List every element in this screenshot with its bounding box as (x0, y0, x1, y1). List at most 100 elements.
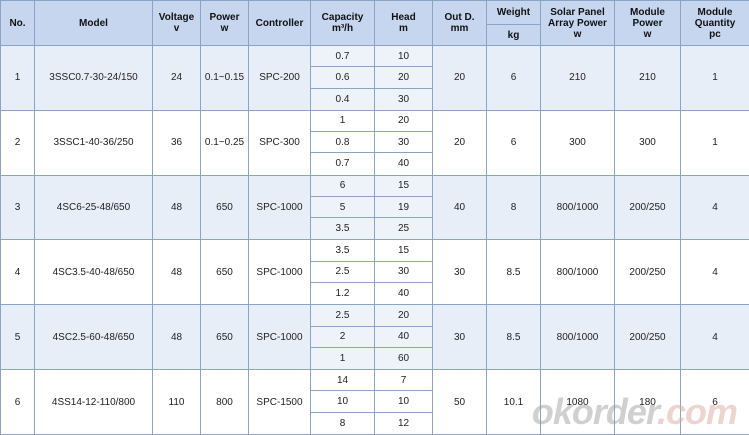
table-row: 3 4SC6-25-48/650 48 650 SPC-1000 6 15 40 8 800/10… (0, 174, 749, 241)
cell-solar: 1080 (540, 369, 615, 435)
cell-weight: 10.1 (486, 369, 541, 435)
cell-model: 4SC3.5-40-48/650 (34, 239, 153, 306)
cell-weight: 8.5 (486, 304, 541, 371)
cell-capacity: 0.8 (310, 131, 375, 154)
header-module-power: Module Power w (614, 0, 681, 46)
cell-voltage: 24 (152, 45, 201, 111)
cell-outd: 40 (432, 174, 487, 241)
cell-capacity: 3.5 (310, 217, 375, 241)
header-controller: Controller (248, 0, 311, 46)
cell-head: 30 (374, 131, 433, 154)
cell-power: 800 (200, 369, 249, 435)
header-voltage: Voltage v (152, 0, 201, 46)
cell-outd: 50 (432, 369, 487, 435)
cell-head: 15 (374, 174, 433, 197)
cell-solar: 300 (540, 109, 615, 176)
cell-no: 2 (0, 109, 35, 176)
cell-head: 20 (374, 304, 433, 327)
cell-power: 0.1~0.25 (200, 109, 249, 176)
header-power: Power w (200, 0, 249, 46)
cell-module-power: 210 (614, 45, 681, 111)
cell-power: 650 (200, 304, 249, 371)
cell-no: 3 (0, 174, 35, 241)
header-outd: Out D. mm (432, 0, 487, 46)
header-weight-unit: kg (486, 24, 541, 46)
cell-head: 30 (374, 87, 433, 111)
cell-power: 650 (200, 174, 249, 241)
cell-capacity: 0.6 (310, 66, 375, 89)
cell-model: 4SC2.5-60-48/650 (34, 304, 153, 371)
cell-capacity: 8 (310, 411, 375, 435)
cell-controller: SPC-1000 (248, 304, 311, 371)
header-capacity: Capacity m³/h (310, 0, 375, 46)
cell-head: 60 (374, 346, 433, 371)
cell-module-qty: 1 (680, 45, 749, 111)
cell-model: 4SC6-25-48/650 (34, 174, 153, 241)
cell-voltage: 110 (152, 369, 201, 435)
cell-outd: 30 (432, 304, 487, 371)
cell-capacity: 6 (310, 174, 375, 197)
cell-capacity: 1.2 (310, 281, 375, 306)
cell-head: 40 (374, 152, 433, 176)
cell-head: 10 (374, 390, 433, 413)
cell-controller: SPC-1000 (248, 239, 311, 306)
cell-head: 20 (374, 109, 433, 133)
cell-model: 4SS14-12-110/800 (34, 369, 153, 435)
pump-spec-table: No. Model Voltage v Power w Controller Cap… (0, 0, 749, 435)
table-row: 2 3SSC1-40-36/250 36 0.1~0.25 SPC-300 1 20 20 6 3… (0, 109, 749, 176)
cell-outd: 30 (432, 239, 487, 306)
cell-no: 1 (0, 45, 35, 111)
cell-capacity: 0.7 (310, 44, 375, 68)
cell-capacity: 5 (310, 195, 375, 219)
table-row: 4 4SC3.5-40-48/650 48 650 SPC-1000 3.5 15 30 8.5… (0, 239, 749, 306)
cell-head: 30 (374, 260, 433, 283)
cell-voltage: 48 (152, 174, 201, 241)
cell-no: 5 (0, 304, 35, 371)
table-row: 1 3SSC0.7-30-24/150 24 0.1~0.15 SPC-200 0.7 10… (0, 44, 749, 111)
cell-voltage: 48 (152, 304, 201, 371)
cell-module-qty: 6 (680, 369, 749, 435)
header-solar: Solar Panel Array Power w (540, 0, 615, 46)
cell-weight: 6 (486, 109, 541, 176)
cell-no: 6 (0, 369, 35, 435)
header-model: Model (34, 0, 153, 46)
cell-head: 20 (374, 66, 433, 89)
cell-no: 4 (0, 239, 35, 306)
cell-module-power: 180 (614, 369, 681, 435)
cell-controller: SPC-300 (248, 109, 311, 176)
cell-model: 3SSC1-40-36/250 (34, 109, 153, 176)
table-row: 5 4SC2.5-60-48/650 48 650 SPC-1000 2.5 20 30 8.5… (0, 304, 749, 371)
table-row: 6 4SS14-12-110/800 110 800 SPC-1500 14 7 50 10.1… (0, 369, 749, 435)
cell-capacity: 10 (310, 390, 375, 413)
cell-weight: 8 (486, 174, 541, 241)
cell-head: 25 (374, 217, 433, 241)
cell-capacity: 1 (310, 346, 375, 371)
cell-head: 10 (374, 44, 433, 68)
cell-power: 0.1~0.15 (200, 45, 249, 111)
cell-capacity: 2.5 (310, 304, 375, 327)
header-no: No. (0, 0, 35, 46)
cell-module-power: 200/250 (614, 239, 681, 306)
cell-module-power: 200/250 (614, 174, 681, 241)
cell-solar: 800/1000 (540, 174, 615, 241)
cell-module-qty: 4 (680, 174, 749, 241)
cell-controller: SPC-1000 (248, 174, 311, 241)
header-head: Head m (374, 0, 433, 46)
cell-module-power: 300 (614, 109, 681, 176)
cell-capacity: 1 (310, 109, 375, 133)
cell-solar: 800/1000 (540, 304, 615, 371)
cell-capacity: 2.5 (310, 260, 375, 283)
cell-solar: 800/1000 (540, 239, 615, 306)
cell-head: 19 (374, 195, 433, 219)
cell-module-power: 200/250 (614, 304, 681, 371)
cell-controller: SPC-200 (248, 45, 311, 111)
cell-module-qty: 4 (680, 304, 749, 371)
cell-module-qty: 4 (680, 239, 749, 306)
cell-solar: 210 (540, 45, 615, 111)
header-module-qty: Module Quantity pc (680, 0, 749, 46)
cell-capacity: 0.4 (310, 87, 375, 111)
cell-capacity: 2 (310, 325, 375, 348)
cell-capacity: 14 (310, 369, 375, 392)
cell-head: 40 (374, 325, 433, 348)
cell-capacity: 3.5 (310, 239, 375, 262)
